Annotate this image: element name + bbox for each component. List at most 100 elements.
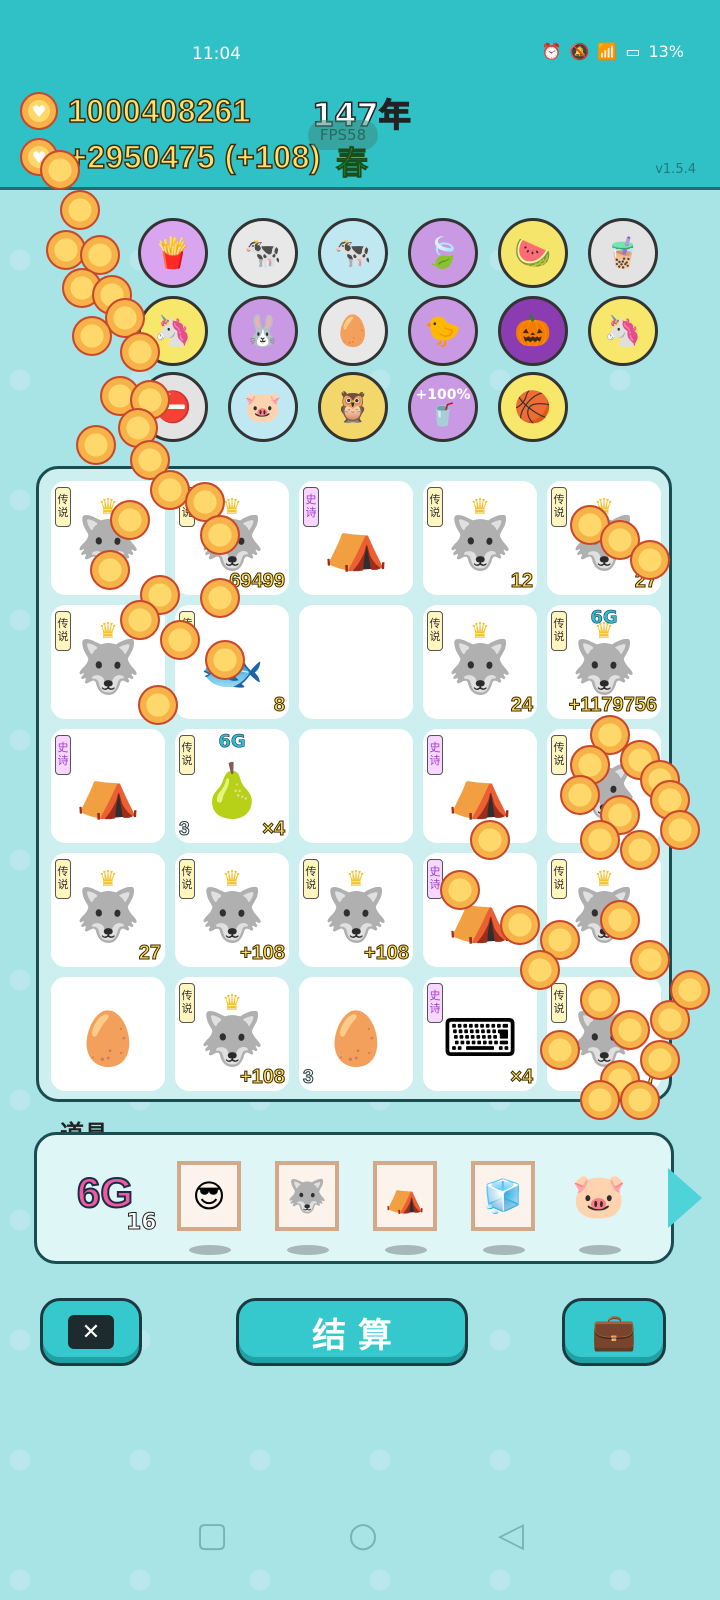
husky-icon: 🐺 [571, 637, 637, 698]
item-basketballs[interactable]: 🏀 [498, 372, 568, 442]
rarity-tag: 传说 [55, 487, 71, 527]
prop-sunglasses-man[interactable]: 😎 [177, 1159, 241, 1255]
cell-value: +108 [239, 942, 285, 965]
coin-icon [660, 810, 700, 850]
coin-icon [76, 425, 116, 465]
item-rabbit[interactable]: 🐰 [228, 296, 298, 366]
home-icon[interactable]: ○ [348, 1515, 378, 1555]
coin-icon [72, 316, 112, 356]
coin-icon [40, 150, 80, 190]
sunglasses-man-icon: 😎 [177, 1161, 241, 1231]
board-cell[interactable]: 史诗 ⛺ [51, 729, 165, 843]
coin-icon [580, 820, 620, 860]
rabbit-tent-icon: ⛺ [447, 761, 513, 822]
props-next-arrow-icon[interactable] [668, 1168, 702, 1228]
coin-icon [120, 600, 160, 640]
item-piggy-bank[interactable]: 🐷 [228, 372, 298, 442]
recents-icon[interactable]: ▢ [196, 1515, 228, 1555]
briefcase-icon: 💼 [591, 1312, 637, 1353]
bag-button[interactable]: 💼 [562, 1298, 666, 1366]
prop-rabbit-tent-frame[interactable]: ⛺ [373, 1159, 437, 1255]
coin-icon [620, 1080, 660, 1120]
board-cell[interactable]: 传说♛🐺24 [423, 605, 537, 719]
prop-husky-frame[interactable]: 🐺 [275, 1159, 339, 1255]
item-cow-twins[interactable]: 🐄 [318, 218, 388, 288]
board-cell[interactable]: 传说 6G 🍐 ×4 3 [175, 729, 289, 843]
board-cell[interactable]: 传说♛🐺27 [51, 853, 165, 967]
cell-value: +108 [363, 942, 409, 965]
cell-value: ×4 [510, 1066, 534, 1089]
coin-icon [440, 870, 480, 910]
drink-icon: 🥤 [429, 402, 457, 428]
board-cell[interactable]: 🥚 3 [299, 977, 413, 1091]
egg-icon: 🥚 [323, 1009, 389, 1070]
rabbit-tent-frame-icon: ⛺ [373, 1161, 437, 1231]
board-cell[interactable]: 传说 ♛ 6G 🐺 +1179756 [547, 605, 661, 719]
settle-button[interactable]: 结 算 [236, 1298, 468, 1366]
rarity-tag: 史诗 [427, 983, 443, 1023]
rabbit-tent-icon: ⛺ [323, 513, 389, 574]
item-leaf[interactable]: 🍃 [408, 218, 478, 288]
item-chick[interactable]: 🐤 [408, 296, 478, 366]
money-value: 1000408261 [67, 92, 251, 130]
item-owl[interactable]: 🦉 [318, 372, 388, 442]
board-cell[interactable]: 传说 ♛ 🐺 +108 [175, 853, 289, 967]
rarity-tag: 史诗 [55, 735, 71, 775]
item-pumpkin[interactable]: 🎃 [498, 296, 568, 366]
husky-icon: 🐺 [323, 885, 389, 946]
rarity-tag: 传说 [551, 983, 567, 1023]
board-cell[interactable]: 🥚 [51, 977, 165, 1091]
prop-shadow [483, 1245, 525, 1255]
cell-value: 27 [138, 942, 161, 965]
board-cell[interactable]: 传说 ♛ 🐺 +108 [299, 853, 413, 967]
system-nav-bar: ▢ ○ ◁ [0, 1500, 720, 1570]
prop-fridge-frame[interactable]: 🧊 [471, 1159, 535, 1255]
coin-icon [500, 905, 540, 945]
board-cell[interactable]: 史诗 ⌨ ×4 [423, 977, 537, 1091]
item-fries[interactable]: 🍟 [138, 218, 208, 288]
prop-shadow [189, 1245, 231, 1255]
prop-piggy-bank[interactable]: 🐷 [567, 1159, 631, 1255]
item-unicorn[interactable]: 🦄 [588, 296, 658, 366]
coin-icon [630, 540, 670, 580]
board-cell[interactable]: 史诗 ⛺ [299, 481, 413, 595]
item-drink-boost[interactable]: +100% 🥤 [408, 372, 478, 442]
coin-icon [640, 1040, 680, 1080]
boost-label: +100% [415, 386, 471, 403]
coin-icon [620, 830, 660, 870]
item-cow-twins[interactable]: 🐄 [228, 218, 298, 288]
cell-value: ×4 [262, 818, 286, 841]
board-cell[interactable] [299, 605, 413, 719]
version-label: v1.5.4 [655, 162, 696, 177]
sixg-prop[interactable]: 6G [76, 1168, 134, 1217]
board-cell[interactable]: 传说 ♛ 🐺 +108 [175, 977, 289, 1091]
coin-icon [580, 980, 620, 1020]
rarity-tag: 传说 [55, 859, 71, 899]
prop-shadow [385, 1245, 427, 1255]
fridge-frame-icon: 🧊 [471, 1161, 535, 1231]
item-egg-tray[interactable]: 🥚 [318, 296, 388, 366]
board-cell[interactable]: 传说 ♛ 🐺 12 [423, 481, 537, 595]
board-cell[interactable] [299, 729, 413, 843]
husky-king-icon: 🐺 [447, 513, 513, 574]
close-button[interactable]: ✕ [40, 1298, 142, 1366]
cell-value: +1179756 [568, 694, 657, 717]
item-bubble-tea[interactable]: 🧋 [588, 218, 658, 288]
coin-icon: ♥ [20, 92, 58, 130]
husky-frame-icon: 🐺 [275, 1161, 339, 1231]
battery-icon: ▭ [625, 42, 641, 61]
item-fruit-basket[interactable]: 🍉 [498, 218, 568, 288]
piggy-bank-icon: 🐷 [571, 1171, 627, 1222]
cell-value: 12 [510, 570, 533, 593]
status-icons: ⏰ 🔕 📶 ▭ 13% [542, 42, 684, 61]
ctrl-c-v-icon: ⌨ [442, 1008, 518, 1069]
status-time: 11:04 [192, 44, 241, 64]
husky-icon: 🐺 [75, 885, 141, 946]
coin-icon [160, 620, 200, 660]
coin-icon [600, 900, 640, 940]
coin-icon [610, 1010, 650, 1050]
cell-badge: 6G [590, 607, 618, 629]
coin-icon [670, 970, 710, 1010]
cell-value: 8 [273, 694, 285, 717]
back-icon[interactable]: ◁ [498, 1515, 524, 1555]
